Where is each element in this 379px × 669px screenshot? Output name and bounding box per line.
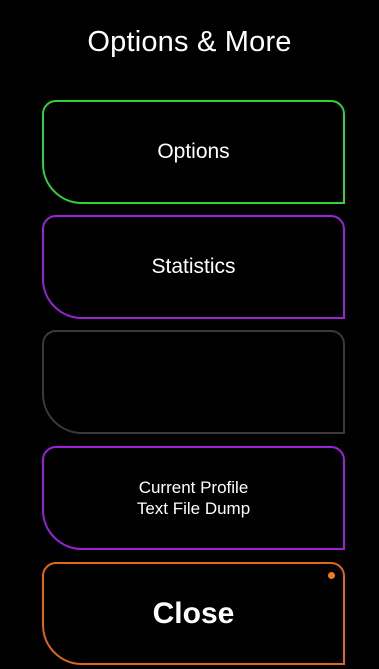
options-button-label: Options [157, 140, 230, 163]
statistics-button-label: Statistics [151, 255, 236, 278]
page-title: Options & More [87, 26, 292, 58]
close-button-label: Close [152, 596, 235, 630]
close-button[interactable]: Close [42, 562, 345, 665]
dot-indicator-icon [328, 572, 335, 579]
empty-button-slot [42, 330, 345, 434]
text-file-dump-button[interactable]: Current Profile Text File Dump [42, 446, 345, 550]
text-file-dump-label-line2: Text File Dump [136, 499, 251, 518]
text-file-dump-label: Current Profile Text File Dump [137, 477, 250, 519]
text-file-dump-label-line1: Current Profile [138, 478, 249, 497]
statistics-button[interactable]: Statistics [42, 215, 345, 319]
options-panel: Options & More Options Statistics Curren… [0, 0, 379, 669]
options-button[interactable]: Options [42, 100, 345, 204]
